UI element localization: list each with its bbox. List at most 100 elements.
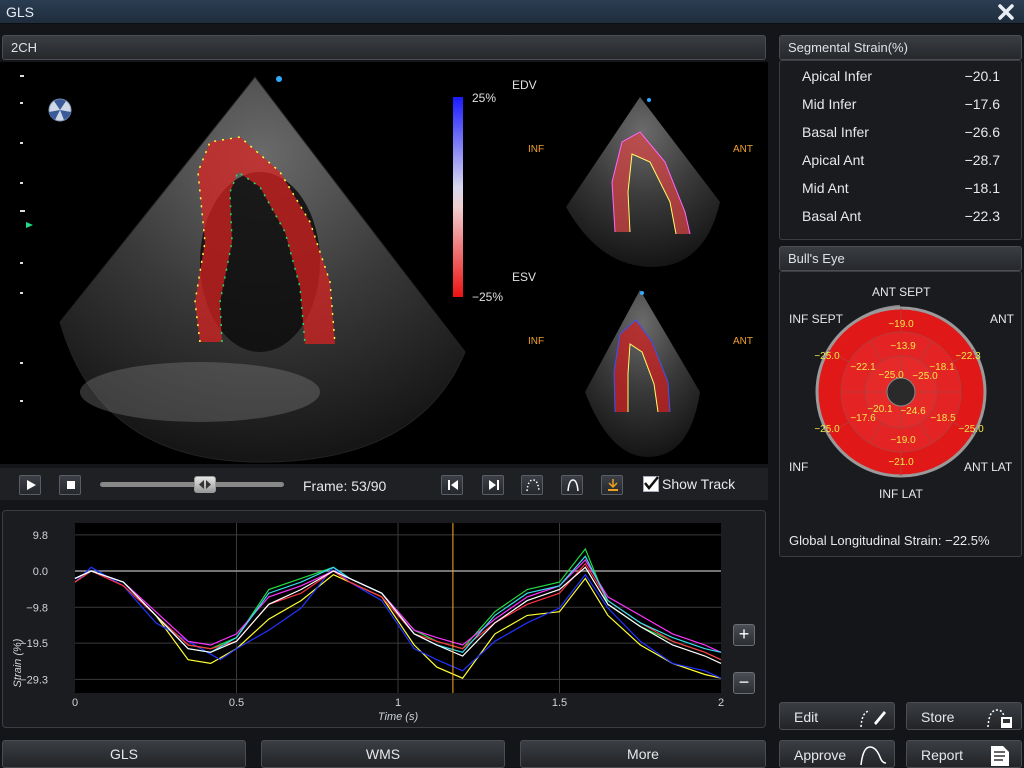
store-icon xyxy=(987,709,1012,728)
segment-basal-left: −25.0 xyxy=(814,351,840,362)
next-frame-button[interactable] xyxy=(482,475,504,495)
segment-mid-top: −13.9 xyxy=(890,341,916,352)
scale-max-label: 25% xyxy=(472,91,496,105)
zoom-in-button[interactable]: + xyxy=(733,624,755,646)
x-tick-label: 0.5 xyxy=(229,697,244,709)
trace-dots-icon xyxy=(526,479,540,492)
step-back-icon xyxy=(448,480,458,490)
segment-value: −26.6 xyxy=(964,124,1000,140)
segment-mid-bottom: −19.0 xyxy=(890,435,916,446)
checkbox-box[interactable] xyxy=(643,476,659,492)
ultrasound-image: 25% −25% EDV INF ANT ESV INF ANT xyxy=(20,75,753,463)
approve-trace-icon xyxy=(860,746,887,766)
edv-inf-label: INF xyxy=(528,144,544,155)
report-label: Report xyxy=(921,747,964,763)
segment-mid-right-low: −18.5 xyxy=(930,413,956,424)
y-tick-label: 9.8 xyxy=(33,530,48,542)
bulls-eye-header: Bull's Eye xyxy=(779,246,1022,271)
bulls-eye-title: Bull's Eye xyxy=(788,251,845,266)
segmental-strain-header: Segmental Strain(%) xyxy=(779,35,1022,60)
segment-basal-top: −19.0 xyxy=(888,319,914,330)
edv-ant-label: ANT xyxy=(733,144,753,155)
segment-value: −28.7 xyxy=(964,152,1000,168)
segment-name: Basal Infer xyxy=(802,124,869,140)
y-tick-label: −29.3 xyxy=(20,674,48,686)
inf-sept-label: INF SEPT xyxy=(789,312,844,326)
segment-apex-tr: −25.0 xyxy=(912,371,938,382)
frame-counter: Frame: 53/90 xyxy=(303,478,387,494)
window-title: GLS xyxy=(6,4,35,20)
tab-wms[interactable]: WMS xyxy=(261,740,505,768)
report-button[interactable]: Report xyxy=(906,740,1022,768)
segment-row: Mid Infer −17.6 xyxy=(780,91,1020,119)
segment-basal-left-low: −25.0 xyxy=(814,424,840,435)
slider-arrows-icon xyxy=(199,480,211,489)
bulls-eye-panel: ANT SEPT ANT INF SEPT INF ANT LAT INF LA… xyxy=(779,271,1022,557)
esv-inf-label: INF xyxy=(528,336,544,347)
tab-wms-label: WMS xyxy=(365,746,401,762)
step-forward-icon xyxy=(489,480,499,490)
segment-name: Mid Infer xyxy=(802,96,857,112)
segment-row: Basal Ant −22.3 xyxy=(780,203,1020,231)
segment-value: −20.1 xyxy=(964,68,1000,84)
segment-name: Apical Ant xyxy=(802,152,865,168)
ant-lat-label: ANT LAT xyxy=(964,460,1013,474)
segmental-strain-panel: Apical Infer −20.1 Mid Infer −17.6 Basal I… xyxy=(779,60,1022,240)
x-tick-label: 0 xyxy=(72,697,78,709)
x-tick-label: 1 xyxy=(395,697,401,709)
segment-value: −22.3 xyxy=(964,208,1000,224)
segment-apex-bl: −20.1 xyxy=(867,404,893,415)
approve-button[interactable]: Approve xyxy=(779,740,895,768)
bulls-eye-plot: ANT SEPT ANT INF SEPT INF ANT LAT INF LA… xyxy=(789,285,1015,548)
tab-more-label: More xyxy=(627,746,659,762)
zoom-out-button[interactable]: − xyxy=(733,672,755,694)
inf-lat-label: INF LAT xyxy=(879,487,923,501)
frame-slider-handle[interactable] xyxy=(194,476,216,493)
store-label: Store xyxy=(921,709,955,725)
ultrasound-viewer[interactable]: 25% −25% EDV INF ANT ESV INF ANT xyxy=(0,62,768,464)
x-tick-label: 2 xyxy=(718,697,724,709)
segmental-strain-title: Segmental Strain(%) xyxy=(788,40,908,55)
y-tick-label: −9.8 xyxy=(26,602,48,614)
scale-min-label: −25% xyxy=(472,290,503,304)
segment-row: Apical Ant −28.7 xyxy=(780,147,1020,175)
segment-row: Mid Ant −18.1 xyxy=(780,175,1020,203)
stop-icon xyxy=(67,481,75,489)
segment-mid-left: −22.1 xyxy=(850,362,876,373)
play-button[interactable] xyxy=(19,475,41,495)
store-button[interactable]: Store xyxy=(906,702,1022,730)
frame-slider[interactable] xyxy=(100,476,284,493)
close-icon[interactable] xyxy=(996,2,1016,22)
edit-trace-icon xyxy=(860,710,886,728)
checkmark-icon xyxy=(644,476,659,490)
trace-dots-button[interactable] xyxy=(521,475,543,495)
segment-apex-tl: −25.0 xyxy=(878,370,904,381)
inf-label: INF xyxy=(789,460,808,474)
ant-label: ANT xyxy=(990,312,1015,326)
title-bar: GLS xyxy=(0,0,1024,24)
trace-line-icon xyxy=(567,479,579,492)
trace-line-button[interactable] xyxy=(561,475,583,495)
y-axis-label: Strain (%) xyxy=(12,638,24,687)
prev-frame-button[interactable] xyxy=(441,475,463,495)
edit-label: Edit xyxy=(794,709,819,725)
approve-label: Approve xyxy=(794,747,847,763)
segment-basal-bottom: −21.0 xyxy=(888,457,914,468)
plus-icon: + xyxy=(738,624,750,644)
stop-button[interactable] xyxy=(59,475,81,495)
segment-row: Apical Infer −20.1 xyxy=(780,63,1020,91)
tab-more[interactable]: More xyxy=(520,740,766,768)
tab-gls[interactable]: GLS xyxy=(2,740,246,768)
segment-row: Basal Infer −26.6 xyxy=(780,119,1020,147)
segment-basal-right: −22.3 xyxy=(955,351,981,362)
strain-chart[interactable]: 9.8 0.0 −9.8 −19.5 −29.3 0 0.5 1 1.5 2 Time (s) Str… xyxy=(3,511,743,725)
strain-chart-panel: 9.8 0.0 −9.8 −19.5 −29.3 0 0.5 1 1.5 2 Time (s) Str… xyxy=(2,510,766,728)
segment-name: Mid Ant xyxy=(802,180,849,196)
edit-button[interactable]: Edit xyxy=(779,702,895,730)
show-track-checkbox[interactable]: Show Track xyxy=(643,476,735,492)
tab-gls-label: GLS xyxy=(109,746,138,762)
point-edit-button[interactable] xyxy=(601,475,623,495)
minus-icon: − xyxy=(738,672,750,692)
y-tick-label: 0.0 xyxy=(33,566,48,578)
x-tick-label: 1.5 xyxy=(552,697,567,709)
